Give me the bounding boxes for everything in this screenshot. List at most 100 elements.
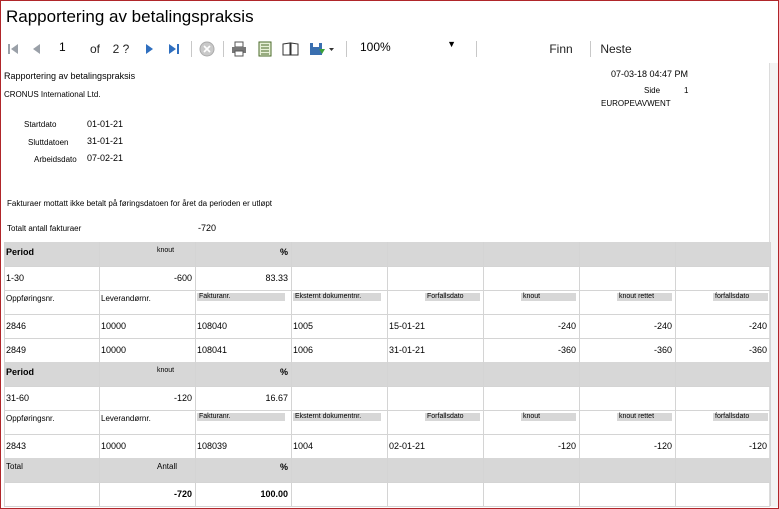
table-cell: -120 — [557, 441, 576, 451]
print-layout-icon[interactable] — [256, 40, 274, 58]
table-cell: 108041 — [197, 345, 228, 355]
grid-line — [579, 386, 580, 410]
table-cell: 10000 — [101, 441, 127, 451]
grid-line — [770, 482, 771, 506]
column-header: Oppføringsnr. — [6, 414, 55, 423]
column-header: forfallsdato — [713, 413, 768, 421]
grid-line — [4, 338, 5, 362]
chevron-down-icon: ▼ — [447, 39, 456, 49]
report-note: Fakturaer mottatt ikke betalt på førings… — [7, 199, 273, 208]
report-title: Rapportering av betalingspraksis — [4, 71, 136, 81]
page-setup-icon[interactable] — [282, 40, 300, 58]
first-page-icon[interactable] — [5, 40, 21, 58]
grid-line — [770, 386, 771, 410]
param-label: Sluttdatoen — [28, 138, 69, 147]
table-cell: -240 — [653, 321, 672, 331]
previous-page-icon[interactable] — [29, 40, 45, 58]
column-header: Eksternt dokumentnr. — [293, 413, 381, 421]
grid-line — [4, 410, 5, 434]
page-of-label: of — [89, 42, 100, 56]
table-cell: 1006 — [293, 345, 314, 355]
grid-line — [99, 338, 100, 362]
next-page-icon[interactable] — [141, 40, 157, 58]
print-icon[interactable] — [230, 40, 248, 58]
total-invoices-value: -720 — [198, 223, 217, 233]
grid-line — [291, 410, 292, 434]
table-cell: Period — [6, 367, 35, 377]
table-cell: 1-30 — [6, 273, 25, 283]
table-cell: Period — [6, 247, 35, 257]
grid-line — [483, 290, 484, 314]
grid-line — [4, 314, 5, 338]
grid-line — [291, 314, 292, 338]
export-icon[interactable] — [308, 40, 336, 58]
grid-line — [483, 362, 484, 386]
column-header: knout rettet — [617, 293, 672, 301]
grid-line — [99, 410, 100, 434]
grid-line — [291, 338, 292, 362]
grid-line — [675, 266, 676, 290]
page-value: 1 — [684, 86, 689, 95]
table-cell: -240 — [748, 321, 767, 331]
column-header: Leverandørnr. — [101, 294, 151, 303]
next-match-button[interactable]: Neste — [598, 40, 634, 58]
table-cell: -360 — [653, 345, 672, 355]
table-cell: 83.33 — [265, 273, 288, 283]
grid-line — [4, 386, 5, 410]
zoom-select[interactable]: 100% ▼ — [360, 39, 460, 56]
table-cell: % — [279, 367, 288, 377]
param-label: Startdato — [24, 120, 57, 129]
grid-line — [195, 290, 196, 314]
grid-line — [291, 290, 292, 314]
grid-line — [579, 458, 580, 482]
param-value: 01-01-21 — [87, 119, 124, 129]
column-header: knout rettet — [617, 413, 672, 421]
report-datetime: 07-03-18 04:47 PM — [611, 69, 689, 79]
grid-line — [4, 458, 5, 482]
grid-line — [770, 434, 771, 458]
grid-line — [483, 410, 484, 434]
page-number-input[interactable]: 1 — [57, 40, 81, 56]
param-value: 07-02-21 — [87, 153, 124, 163]
grid-line — [579, 266, 580, 290]
zoom-value: 100% — [360, 40, 391, 54]
toolbar-separator — [223, 41, 224, 57]
find-button[interactable]: Finn — [546, 40, 576, 58]
table-cell: -360 — [557, 345, 576, 355]
grid-line — [770, 266, 771, 290]
stop-icon[interactable] — [198, 40, 216, 58]
column-header: Oppføringsnr. — [6, 294, 55, 303]
param-label: Arbeidsdato — [34, 155, 77, 164]
table-cell: 2849 — [6, 345, 27, 355]
table-cell: 31-60 — [6, 393, 30, 403]
column-header: Fakturanr. — [197, 293, 285, 301]
grid-line — [387, 290, 388, 314]
column-header: knout — [521, 413, 576, 421]
table-cell: 1005 — [293, 321, 314, 331]
table-cell: 16.67 — [265, 393, 288, 403]
grid-line — [291, 266, 292, 290]
grid-line — [99, 362, 100, 386]
table-cell: 108039 — [197, 441, 228, 451]
grid-line — [770, 362, 771, 386]
grid-line — [291, 386, 292, 410]
grid-line — [4, 434, 5, 458]
grid-line — [770, 410, 771, 434]
table-cell: -120 — [653, 441, 672, 451]
column-header: forfallsdato — [713, 293, 768, 301]
last-page-icon[interactable] — [166, 40, 182, 58]
grid-line — [675, 242, 676, 266]
table-cell: 15-01-21 — [389, 321, 426, 331]
grid-line — [483, 242, 484, 266]
table-cell: -720 — [173, 489, 192, 499]
grid-line — [387, 482, 388, 506]
window-title: Rapportering av betalingspraksis — [6, 7, 254, 26]
column-header: Leverandørnr. — [101, 414, 151, 423]
grid-line — [4, 290, 5, 314]
grid-line — [770, 338, 771, 362]
grid-line — [387, 434, 388, 458]
grid-line — [579, 410, 580, 434]
grid-line — [195, 434, 196, 458]
page-label: Side — [644, 86, 661, 95]
grid-line — [387, 314, 388, 338]
